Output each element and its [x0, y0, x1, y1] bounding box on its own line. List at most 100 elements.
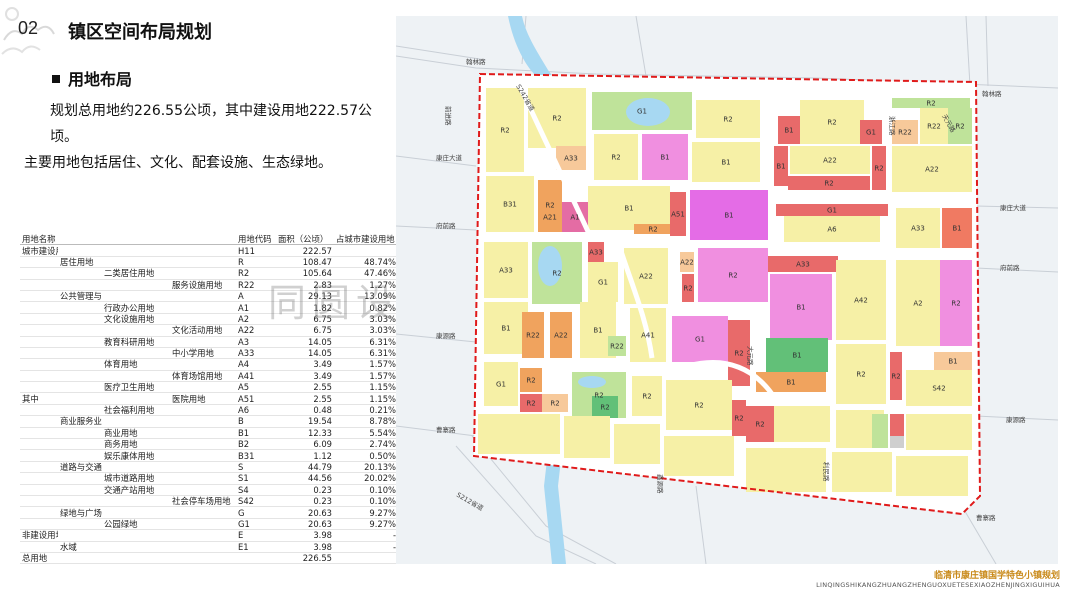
- table-cell: 20.63: [276, 506, 334, 519]
- parcel-code-label: A51: [671, 211, 685, 219]
- parcel-code-label: G1: [598, 279, 608, 287]
- parcel-code-label: S42: [932, 385, 945, 393]
- table-header-row: 用地名称 用地代码 面积（公顷） 占城市建设用地: [20, 234, 398, 246]
- table-row: 娱乐康体用地 B31 1.12 0.50%: [20, 449, 398, 462]
- parcel-code-label: A41: [641, 332, 655, 340]
- table-cell: 社会福利用地: [102, 404, 170, 417]
- parcel-code-label: A6: [827, 226, 837, 234]
- table-cell: [20, 461, 58, 474]
- table-cell: [58, 449, 102, 462]
- table-row: 教育科研用地 A3 14.05 6.31%: [20, 336, 398, 348]
- table-cell: 9.27%: [334, 518, 398, 531]
- table-cell: [20, 370, 58, 383]
- table-cell: S: [236, 461, 276, 474]
- table-cell: [170, 301, 236, 314]
- table-cell: 0.23: [276, 495, 334, 508]
- table-cell: -: [334, 541, 398, 553]
- table-cell: 0.23: [276, 484, 334, 497]
- table-cell: [58, 244, 102, 257]
- table-cell: [20, 313, 58, 326]
- table-header-cell: 占城市建设用地: [334, 234, 398, 246]
- parcel-code-label: A1: [570, 214, 579, 222]
- parcel-r2: [664, 436, 734, 476]
- parcel-code-label: A33: [589, 249, 603, 257]
- parcel-code-label: B1: [948, 358, 957, 366]
- table-cell: 108.47: [276, 256, 334, 269]
- table-cell: E1: [236, 541, 276, 553]
- road-name-label: 康源路: [1006, 415, 1026, 424]
- road-name-label: 康源路: [436, 331, 456, 340]
- parcel-code-label: R22: [526, 332, 540, 340]
- table-cell: 1.12: [276, 449, 334, 462]
- table-cell: 服务设施用地: [170, 279, 236, 291]
- table-cell: [102, 347, 170, 360]
- table-cell: [102, 495, 170, 508]
- parcel-code-label: B31: [503, 201, 517, 209]
- table-cell: B2: [236, 438, 276, 451]
- table-cell: 0.48: [276, 404, 334, 417]
- table-cell: 8.78%: [334, 415, 398, 428]
- table-cell: 3.98: [276, 529, 334, 542]
- table-cell: [170, 267, 236, 280]
- table-header-cell: [170, 234, 236, 246]
- table-cell: 非建设用地: [20, 529, 58, 542]
- parcel-code-label: R2: [600, 404, 609, 412]
- parcel-water: [626, 98, 670, 126]
- table-cell: [170, 484, 236, 497]
- table-cell: [170, 427, 236, 440]
- parcel-code-label: R2: [683, 285, 692, 293]
- table-cell: [102, 541, 170, 553]
- parcel-code-label: R2: [926, 100, 935, 108]
- parcel-code-label: B1: [784, 127, 793, 135]
- table-row: 绿地与广场用地 G20.639.27%: [20, 506, 398, 519]
- parcel-code-label: B1: [776, 163, 785, 171]
- bullet-square-icon: [52, 74, 60, 83]
- table-cell: [58, 518, 102, 531]
- table-header-cell: 用地名称: [20, 234, 58, 246]
- table-cell: [58, 381, 102, 394]
- table-cell: 14.05: [276, 347, 334, 360]
- parcel-water: [538, 246, 562, 286]
- table-cell: [20, 438, 58, 451]
- table-cell: 1.57%: [334, 358, 398, 371]
- table-cell: [170, 313, 236, 326]
- table-cell: [102, 552, 170, 565]
- footer: 临清市康庄镇国学特色小镇规划 LINQINGSHIKANGZHUANGZHENG…: [816, 568, 1060, 589]
- table-cell: 2.74%: [334, 438, 398, 451]
- table-cell: [58, 370, 102, 383]
- table-cell: [102, 506, 170, 519]
- table-cell: H11: [236, 244, 276, 257]
- parcel-code-label: A2: [913, 300, 922, 308]
- parcel-code-label: R2: [526, 377, 535, 385]
- table-cell: 二类居住用地: [102, 267, 170, 280]
- subtitle: 用地布局: [52, 66, 132, 90]
- parcel-r2: [896, 456, 968, 496]
- parcel-code-label: R2: [611, 154, 620, 162]
- table-cell: 3.49: [276, 370, 334, 383]
- table-cell: [102, 370, 170, 383]
- table-cell: A41: [236, 370, 276, 383]
- table-cell: 0.50%: [334, 449, 398, 462]
- table-header-cell: [102, 234, 170, 246]
- parcel-code-label: A42: [854, 297, 868, 305]
- table-cell: [170, 336, 236, 348]
- table-cell: 0.21%: [334, 404, 398, 417]
- table-cell: [102, 324, 170, 337]
- parcel-code-label: A21: [543, 214, 557, 222]
- parcel-code-label: A33: [796, 261, 810, 269]
- table-cell: 3.49: [276, 358, 334, 371]
- table-cell: [334, 552, 398, 565]
- road-name-label: 翰林路: [982, 89, 1002, 98]
- table-cell: 行政办公用地: [102, 301, 170, 314]
- table-cell: A3: [236, 336, 276, 348]
- parcel-code-label: R2: [552, 115, 561, 123]
- table-row: 水域 E1 3.98-: [20, 541, 398, 553]
- table-cell: [20, 518, 58, 531]
- parcel-code-label: R2: [856, 371, 865, 379]
- table-cell: [102, 279, 170, 291]
- table-cell: [58, 347, 102, 360]
- parcel-code-label: A22: [823, 157, 837, 165]
- table-row: 非建设用地 E3.98-: [20, 529, 398, 542]
- table-cell: [58, 324, 102, 337]
- parcel-code-label: B1: [721, 159, 730, 167]
